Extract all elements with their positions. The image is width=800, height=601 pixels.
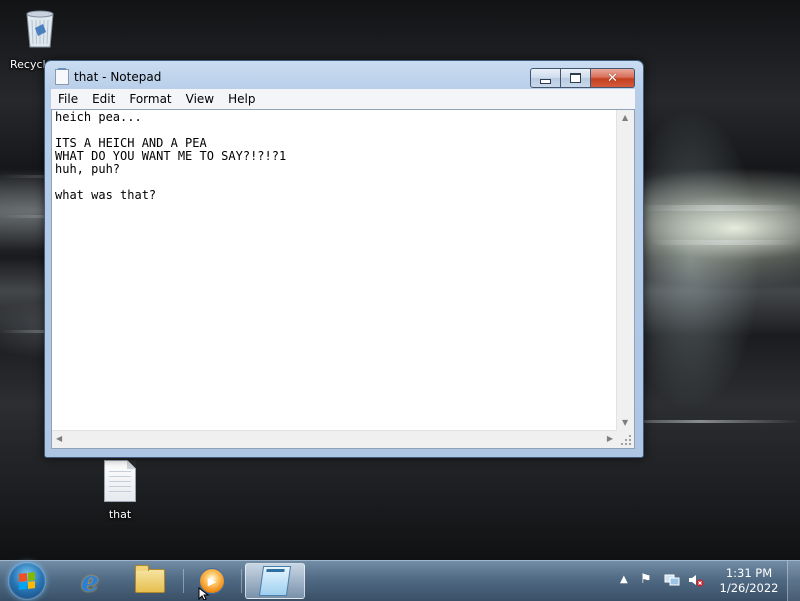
start-button[interactable] bbox=[8, 562, 46, 600]
menu-format[interactable]: Format bbox=[122, 92, 178, 106]
recycle-bin-shortcut[interactable] bbox=[0, 6, 80, 52]
internet-explorer-icon: e bbox=[81, 564, 99, 598]
menu-view[interactable]: View bbox=[179, 92, 221, 106]
file-shortcut-that[interactable]: that bbox=[96, 460, 144, 521]
text-editor[interactable]: heich pea... ITS A HEICH AND A PEA WHAT … bbox=[51, 109, 635, 449]
menu-file[interactable]: File bbox=[51, 92, 85, 106]
maximize-icon bbox=[570, 73, 581, 83]
file-label: that bbox=[108, 508, 132, 521]
windows-logo-icon bbox=[19, 572, 35, 590]
scroll-down-icon[interactable]: ▼ bbox=[622, 419, 628, 427]
window-title: that - Notepad bbox=[74, 70, 162, 84]
size-grip[interactable] bbox=[617, 431, 634, 448]
caption-buttons: ✕ bbox=[530, 68, 635, 88]
taskbar-notepad[interactable] bbox=[245, 563, 305, 599]
menu-bar: File Edit Format View Help bbox=[51, 89, 635, 109]
maximize-button[interactable] bbox=[561, 68, 591, 88]
close-button[interactable]: ✕ bbox=[591, 68, 635, 88]
minimize-icon bbox=[540, 78, 551, 84]
text-document-icon bbox=[104, 460, 136, 502]
action-center-flag-icon[interactable]: ⚑ bbox=[640, 573, 652, 586]
mouse-cursor-icon bbox=[198, 587, 210, 600]
notification-area: ▲ ⚑ 1:31 PM 1/26/2022 bbox=[610, 561, 800, 601]
show-hidden-icons-arrow-icon[interactable]: ▲ bbox=[620, 575, 628, 585]
vertical-scrollbar[interactable]: ▲ ▼ bbox=[616, 110, 634, 431]
network-icon[interactable] bbox=[664, 573, 680, 590]
scroll-left-icon[interactable]: ◀ bbox=[56, 435, 62, 443]
folder-icon bbox=[135, 565, 165, 593]
clock-date: 1/26/2022 bbox=[719, 581, 779, 595]
taskbar-windows-explorer[interactable] bbox=[122, 563, 178, 599]
taskbar-internet-explorer[interactable]: e bbox=[62, 563, 118, 599]
title-bar[interactable]: that - Notepad ✕ bbox=[45, 61, 643, 91]
clock[interactable]: 1:31 PM 1/26/2022 bbox=[713, 566, 785, 596]
taskbar: e ▶ ▲ ⚑ 1:31 PM 1/26/2022 bbox=[0, 560, 800, 601]
close-icon: ✕ bbox=[607, 70, 618, 86]
taskbar-separator bbox=[241, 569, 242, 593]
menu-edit[interactable]: Edit bbox=[85, 92, 122, 106]
minimize-button[interactable] bbox=[530, 68, 561, 88]
scroll-right-icon[interactable]: ▶ bbox=[607, 435, 613, 443]
horizontal-scrollbar[interactable]: ◀ ▶ bbox=[52, 430, 617, 448]
show-desktop-button[interactable] bbox=[787, 561, 800, 601]
document-text[interactable]: heich pea... ITS A HEICH AND A PEA WHAT … bbox=[55, 111, 614, 428]
wallpaper-streak bbox=[650, 240, 800, 245]
notepad-window[interactable]: that - Notepad ✕ File Edit Format View H… bbox=[44, 60, 644, 458]
taskbar-media-player[interactable]: ▶ bbox=[184, 563, 240, 599]
resize-grip-icon bbox=[621, 435, 631, 445]
recycle-bin-icon bbox=[24, 8, 56, 48]
notepad-icon bbox=[55, 68, 69, 85]
notepad-taskbar-icon bbox=[258, 566, 292, 596]
volume-muted-icon[interactable] bbox=[688, 573, 704, 590]
clock-time: 1:31 PM bbox=[725, 566, 773, 580]
scroll-up-icon[interactable]: ▲ bbox=[622, 114, 628, 122]
wallpaper-streak bbox=[640, 205, 800, 211]
menu-help[interactable]: Help bbox=[221, 92, 262, 106]
